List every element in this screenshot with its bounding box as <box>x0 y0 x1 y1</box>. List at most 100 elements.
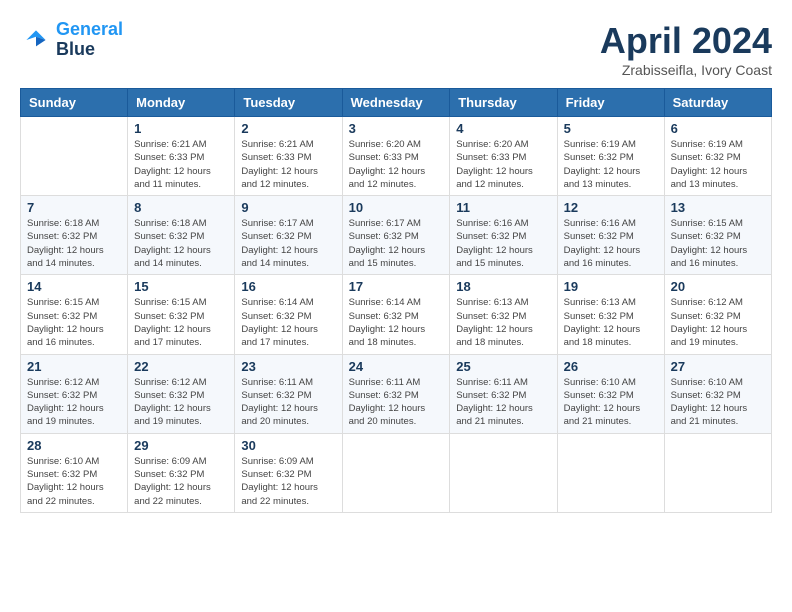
day-info: Sunrise: 6:16 AM Sunset: 6:32 PM Dayligh… <box>564 217 658 270</box>
day-number: 25 <box>456 359 550 374</box>
calendar-cell: 16Sunrise: 6:14 AM Sunset: 6:32 PM Dayli… <box>235 275 342 354</box>
calendar-cell: 29 Sunrise: 6:09 AM Sunset: 6:32 PM Dayli… <box>128 433 235 512</box>
day-info: Sunrise: 6:18 AM Sunset: 6:32 PM Dayligh… <box>134 217 228 270</box>
calendar-cell: 26 Sunrise: 6:10 AM Sunset: 6:32 PM Dayli… <box>557 354 664 433</box>
day-number: 17 <box>349 279 444 294</box>
day-info: Sunrise: 6:11 AM Sunset: 6:32 PM Dayligh… <box>456 376 550 429</box>
location-label: Zrabisseifla, Ivory Coast <box>600 62 772 78</box>
weekday-header: Monday <box>128 89 235 117</box>
weekday-header: Wednesday <box>342 89 450 117</box>
day-number: 29 <box>134 438 228 453</box>
day-number: 2 <box>241 121 335 136</box>
day-info: Sunrise: 6:10 AM Sunset: 6:32 PM Dayligh… <box>671 376 765 429</box>
calendar-cell: 22 Sunrise: 6:12 AM Sunset: 6:32 PM Dayli… <box>128 354 235 433</box>
day-number: 5 <box>564 121 658 136</box>
calendar-cell: 10Sunrise: 6:17 AM Sunset: 6:32 PM Dayli… <box>342 196 450 275</box>
logo: GeneralBlue <box>20 20 123 60</box>
day-number: 15 <box>134 279 228 294</box>
calendar-cell: 17 Sunrise: 6:14 AM Sunset: 6:32 PM Dayli… <box>342 275 450 354</box>
calendar-cell: 6 Sunrise: 6:19 AM Sunset: 6:32 PM Daylig… <box>664 117 771 196</box>
calendar-cell: 13 Sunrise: 6:15 AM Sunset: 6:32 PM Dayli… <box>664 196 771 275</box>
day-number: 26 <box>564 359 658 374</box>
calendar-header-row: SundayMondayTuesdayWednesdayThursdayFrid… <box>21 89 772 117</box>
logo-icon <box>20 24 52 56</box>
day-number: 20 <box>671 279 765 294</box>
day-info: Sunrise: 6:20 AM Sunset: 6:33 PM Dayligh… <box>349 138 444 191</box>
weekday-header: Saturday <box>664 89 771 117</box>
day-info: Sunrise: 6:10 AM Sunset: 6:32 PM Dayligh… <box>564 376 658 429</box>
day-info: Sunrise: 6:11 AM Sunset: 6:32 PM Dayligh… <box>241 376 335 429</box>
calendar-cell: 15 Sunrise: 6:15 AM Sunset: 6:32 PM Dayli… <box>128 275 235 354</box>
day-info: Sunrise: 6:21 AM Sunset: 6:33 PM Dayligh… <box>134 138 228 191</box>
day-info: Sunrise: 6:16 AM Sunset: 6:32 PM Dayligh… <box>456 217 550 270</box>
calendar-cell: 28 Sunrise: 6:10 AM Sunset: 6:32 PM Dayli… <box>21 433 128 512</box>
day-number: 27 <box>671 359 765 374</box>
day-info: Sunrise: 6:13 AM Sunset: 6:32 PM Dayligh… <box>456 296 550 349</box>
day-number: 24 <box>349 359 444 374</box>
calendar-cell <box>342 433 450 512</box>
day-info: Sunrise: 6:15 AM Sunset: 6:32 PM Dayligh… <box>134 296 228 349</box>
day-number: 7 <box>27 200 121 215</box>
weekday-header: Sunday <box>21 89 128 117</box>
day-info: Sunrise: 6:17 AM Sunset: 6:32 PM Dayligh… <box>349 217 444 270</box>
day-number: 30 <box>241 438 335 453</box>
day-info: Sunrise: 6:18 AM Sunset: 6:32 PM Dayligh… <box>27 217 121 270</box>
calendar-cell: 9Sunrise: 6:17 AM Sunset: 6:32 PM Daylig… <box>235 196 342 275</box>
day-info: Sunrise: 6:21 AM Sunset: 6:33 PM Dayligh… <box>241 138 335 191</box>
day-number: 3 <box>349 121 444 136</box>
calendar-week-row: 14 Sunrise: 6:15 AM Sunset: 6:32 PM Dayli… <box>21 275 772 354</box>
calendar-cell: 21Sunrise: 6:12 AM Sunset: 6:32 PM Dayli… <box>21 354 128 433</box>
day-number: 13 <box>671 200 765 215</box>
calendar-cell: 20 Sunrise: 6:12 AM Sunset: 6:32 PM Dayli… <box>664 275 771 354</box>
calendar-week-row: 21Sunrise: 6:12 AM Sunset: 6:32 PM Dayli… <box>21 354 772 433</box>
day-number: 22 <box>134 359 228 374</box>
title-area: April 2024 Zrabisseifla, Ivory Coast <box>600 20 772 78</box>
day-number: 18 <box>456 279 550 294</box>
calendar-week-row: 7 Sunrise: 6:18 AM Sunset: 6:32 PM Daylig… <box>21 196 772 275</box>
calendar-cell: 23 Sunrise: 6:11 AM Sunset: 6:32 PM Dayli… <box>235 354 342 433</box>
calendar-cell <box>664 433 771 512</box>
calendar-cell: 25 Sunrise: 6:11 AM Sunset: 6:32 PM Dayli… <box>450 354 557 433</box>
day-number: 1 <box>134 121 228 136</box>
calendar-cell: 2 Sunrise: 6:21 AM Sunset: 6:33 PM Daylig… <box>235 117 342 196</box>
day-info: Sunrise: 6:14 AM Sunset: 6:32 PM Dayligh… <box>349 296 444 349</box>
calendar-cell: 24 Sunrise: 6:11 AM Sunset: 6:32 PM Dayli… <box>342 354 450 433</box>
calendar-week-row: 1 Sunrise: 6:21 AM Sunset: 6:33 PM Daylig… <box>21 117 772 196</box>
day-number: 8 <box>134 200 228 215</box>
day-number: 28 <box>27 438 121 453</box>
day-number: 23 <box>241 359 335 374</box>
calendar-cell: 4Sunrise: 6:20 AM Sunset: 6:33 PM Daylig… <box>450 117 557 196</box>
calendar-cell: 3 Sunrise: 6:20 AM Sunset: 6:33 PM Daylig… <box>342 117 450 196</box>
calendar-table: SundayMondayTuesdayWednesdayThursdayFrid… <box>20 88 772 513</box>
month-title: April 2024 <box>600 20 772 62</box>
day-number: 6 <box>671 121 765 136</box>
calendar-week-row: 28 Sunrise: 6:10 AM Sunset: 6:32 PM Dayli… <box>21 433 772 512</box>
day-info: Sunrise: 6:12 AM Sunset: 6:32 PM Dayligh… <box>27 376 121 429</box>
day-info: Sunrise: 6:10 AM Sunset: 6:32 PM Dayligh… <box>27 455 121 508</box>
calendar-cell <box>21 117 128 196</box>
day-info: Sunrise: 6:14 AM Sunset: 6:32 PM Dayligh… <box>241 296 335 349</box>
day-info: Sunrise: 6:09 AM Sunset: 6:32 PM Dayligh… <box>134 455 228 508</box>
calendar-cell: 11Sunrise: 6:16 AM Sunset: 6:32 PM Dayli… <box>450 196 557 275</box>
day-info: Sunrise: 6:17 AM Sunset: 6:32 PM Dayligh… <box>241 217 335 270</box>
day-number: 12 <box>564 200 658 215</box>
day-info: Sunrise: 6:11 AM Sunset: 6:32 PM Dayligh… <box>349 376 444 429</box>
day-number: 14 <box>27 279 121 294</box>
day-info: Sunrise: 6:13 AM Sunset: 6:32 PM Dayligh… <box>564 296 658 349</box>
calendar-cell: 7 Sunrise: 6:18 AM Sunset: 6:32 PM Daylig… <box>21 196 128 275</box>
calendar-cell: 5 Sunrise: 6:19 AM Sunset: 6:32 PM Daylig… <box>557 117 664 196</box>
day-number: 4 <box>456 121 550 136</box>
weekday-header: Friday <box>557 89 664 117</box>
day-info: Sunrise: 6:19 AM Sunset: 6:32 PM Dayligh… <box>564 138 658 191</box>
day-info: Sunrise: 6:12 AM Sunset: 6:32 PM Dayligh… <box>671 296 765 349</box>
calendar-cell: 27 Sunrise: 6:10 AM Sunset: 6:32 PM Dayli… <box>664 354 771 433</box>
calendar-cell: 8 Sunrise: 6:18 AM Sunset: 6:32 PM Daylig… <box>128 196 235 275</box>
weekday-header: Thursday <box>450 89 557 117</box>
calendar-cell: 14 Sunrise: 6:15 AM Sunset: 6:32 PM Dayli… <box>21 275 128 354</box>
calendar-cell: 18 Sunrise: 6:13 AM Sunset: 6:32 PM Dayli… <box>450 275 557 354</box>
day-info: Sunrise: 6:15 AM Sunset: 6:32 PM Dayligh… <box>27 296 121 349</box>
day-info: Sunrise: 6:12 AM Sunset: 6:32 PM Dayligh… <box>134 376 228 429</box>
calendar-cell: 1 Sunrise: 6:21 AM Sunset: 6:33 PM Daylig… <box>128 117 235 196</box>
day-info: Sunrise: 6:15 AM Sunset: 6:32 PM Dayligh… <box>671 217 765 270</box>
day-info: Sunrise: 6:19 AM Sunset: 6:32 PM Dayligh… <box>671 138 765 191</box>
